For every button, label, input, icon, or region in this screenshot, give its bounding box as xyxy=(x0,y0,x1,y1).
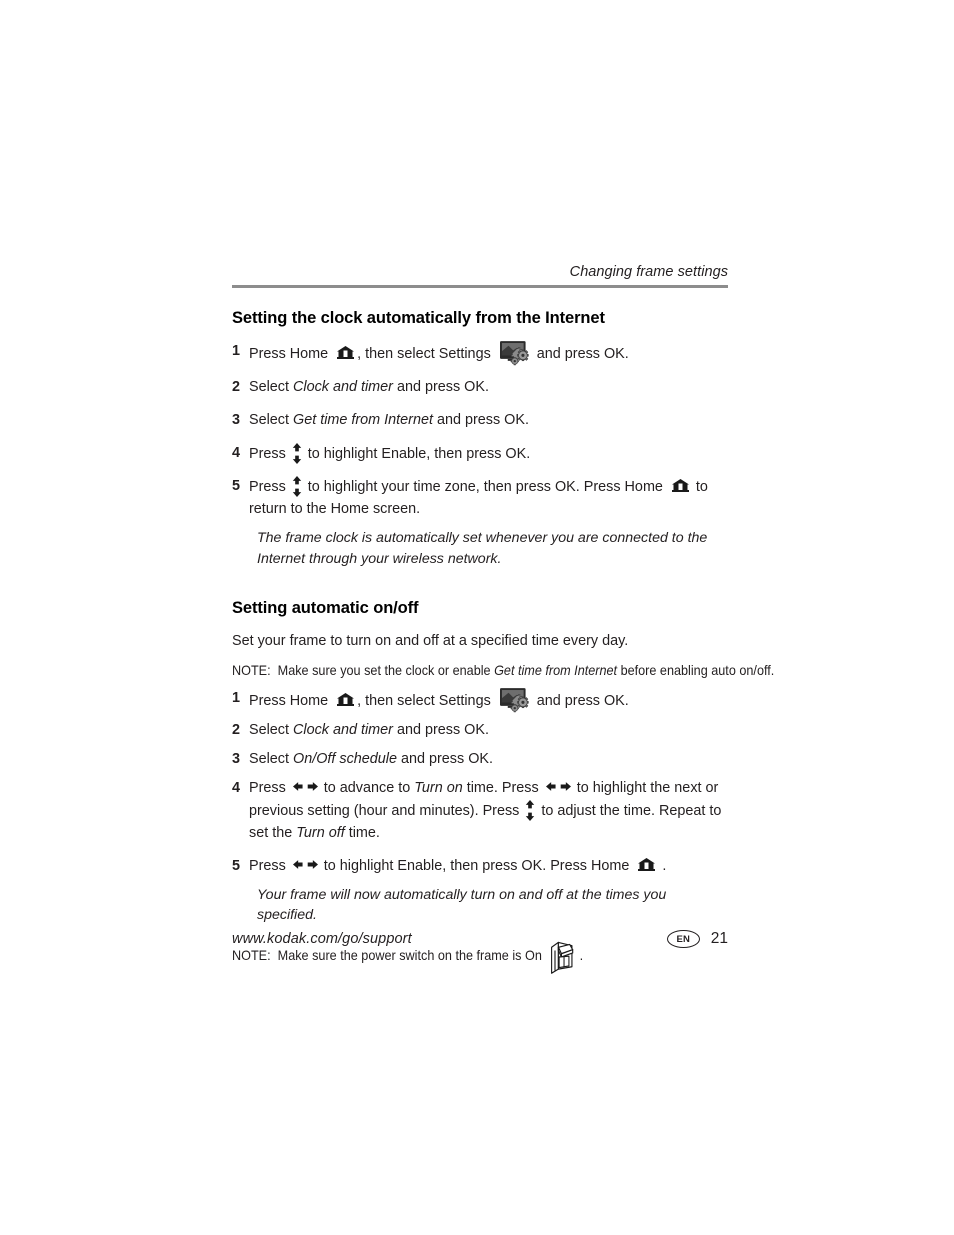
section-title-auto-onoff: Setting automatic on/off xyxy=(232,599,419,618)
step-text: Press to advance to Turn on time. Press … xyxy=(249,780,722,841)
step-item: 2 Select Clock and timer and press OK. xyxy=(232,720,728,742)
note-clock-requirement: NOTE: Make sure you set the clock or ena… xyxy=(232,663,775,679)
steps-list-clock-internet: 1 Press Home , then select Settings and … xyxy=(232,340,728,521)
step-number: 2 xyxy=(232,378,241,395)
step-text: Select Clock and timer and press OK. xyxy=(249,722,489,739)
step-text: Press to highlight your time zone, then … xyxy=(249,476,728,521)
language-badge: EN xyxy=(666,930,700,948)
result-note-clock-internet: The frame clock is automatically set whe… xyxy=(257,530,708,567)
running-header-title: Changing frame settings xyxy=(569,264,728,280)
emphasis-text: On/Off schedule xyxy=(293,751,397,768)
step-text: Select On/Off schedule and press OK. xyxy=(249,751,493,768)
step-text: Press Home , then select Settings and pr… xyxy=(249,340,728,366)
settings-icon xyxy=(499,688,531,713)
step-number: 5 xyxy=(232,857,241,874)
note-label: NOTE: xyxy=(232,947,271,963)
step-number: 1 xyxy=(232,342,241,359)
step-item: 4 Press to advance to Turn on time. Press… xyxy=(232,778,728,845)
intro-paragraph-auto-onoff: Set your frame to turn on and off at a s… xyxy=(232,632,629,649)
left-right-arrows-icon xyxy=(292,781,318,793)
header-divider xyxy=(232,284,728,288)
step-item: 4 Press to highlight Enable, then press O… xyxy=(232,442,728,466)
step-item: 5 Press to highlight your time zone, then… xyxy=(232,476,728,521)
step-number: 3 xyxy=(232,411,241,428)
result-note-auto-onoff: Your frame will now automatically turn o… xyxy=(257,886,667,924)
emphasis-text: Clock and timer xyxy=(293,722,393,739)
support-url[interactable]: www.kodak.com/go/support xyxy=(232,931,412,947)
step-item: 5 Press to highlight Enable, then press O… xyxy=(232,856,728,878)
emphasis-text: Get time from Internet xyxy=(293,411,433,428)
step-number: 1 xyxy=(232,690,241,707)
step-number: 4 xyxy=(232,780,241,797)
steps-list-auto-onoff: 1 Press Home , then select Settings and … xyxy=(232,688,728,877)
step-item: 1 Press Home , then select Settings and … xyxy=(232,688,728,713)
step-item: 3 Select Get time from Internet and press… xyxy=(232,410,728,432)
running-header: Changing frame settings xyxy=(232,264,728,285)
section-title-clock-internet: Setting the clock automatically from the… xyxy=(232,308,605,327)
step-number: 5 xyxy=(232,478,241,495)
up-down-arrows-icon xyxy=(292,442,302,464)
step-number: 3 xyxy=(232,751,241,768)
step-number: 2 xyxy=(232,722,241,739)
emphasis-text: Get time from Internet xyxy=(494,663,618,679)
document-page: Changing frame settings Setting the cloc… xyxy=(232,264,775,982)
step-number: 4 xyxy=(232,444,241,461)
left-right-arrows-icon xyxy=(292,859,318,871)
emphasis-text: Clock and timer xyxy=(293,378,393,395)
left-right-arrows-icon xyxy=(545,781,571,793)
up-down-arrows-icon xyxy=(292,476,302,498)
step-text: Press Home , then select Settings and pr… xyxy=(249,688,728,713)
step-item: 1 Press Home , then select Settings and … xyxy=(232,340,728,366)
page-number: 21 xyxy=(710,930,728,947)
step-text: Press to highlight Enable, then press OK… xyxy=(249,857,667,874)
footer-right-group: EN 21 xyxy=(666,930,728,948)
home-icon xyxy=(671,479,689,493)
step-item: 2 Select Clock and timer and press OK. xyxy=(232,377,728,399)
step-item: 3 Select On/Off schedule and press OK. xyxy=(232,749,728,771)
step-text: Select Get time from Internet and press … xyxy=(249,411,529,428)
up-down-arrows-icon xyxy=(525,800,535,822)
home-icon xyxy=(638,857,656,871)
step-text: Select Clock and timer and press OK. xyxy=(249,378,489,395)
home-icon xyxy=(337,693,355,707)
note-label: NOTE: xyxy=(232,663,271,679)
home-icon xyxy=(337,345,355,359)
emphasis-text: Turn on xyxy=(414,780,463,797)
settings-icon xyxy=(499,340,531,366)
emphasis-text: Turn off xyxy=(296,824,345,841)
step-text: Press to highlight Enable, then press OK… xyxy=(249,442,728,466)
page-footer: www.kodak.com/go/support EN 21 xyxy=(232,930,728,948)
